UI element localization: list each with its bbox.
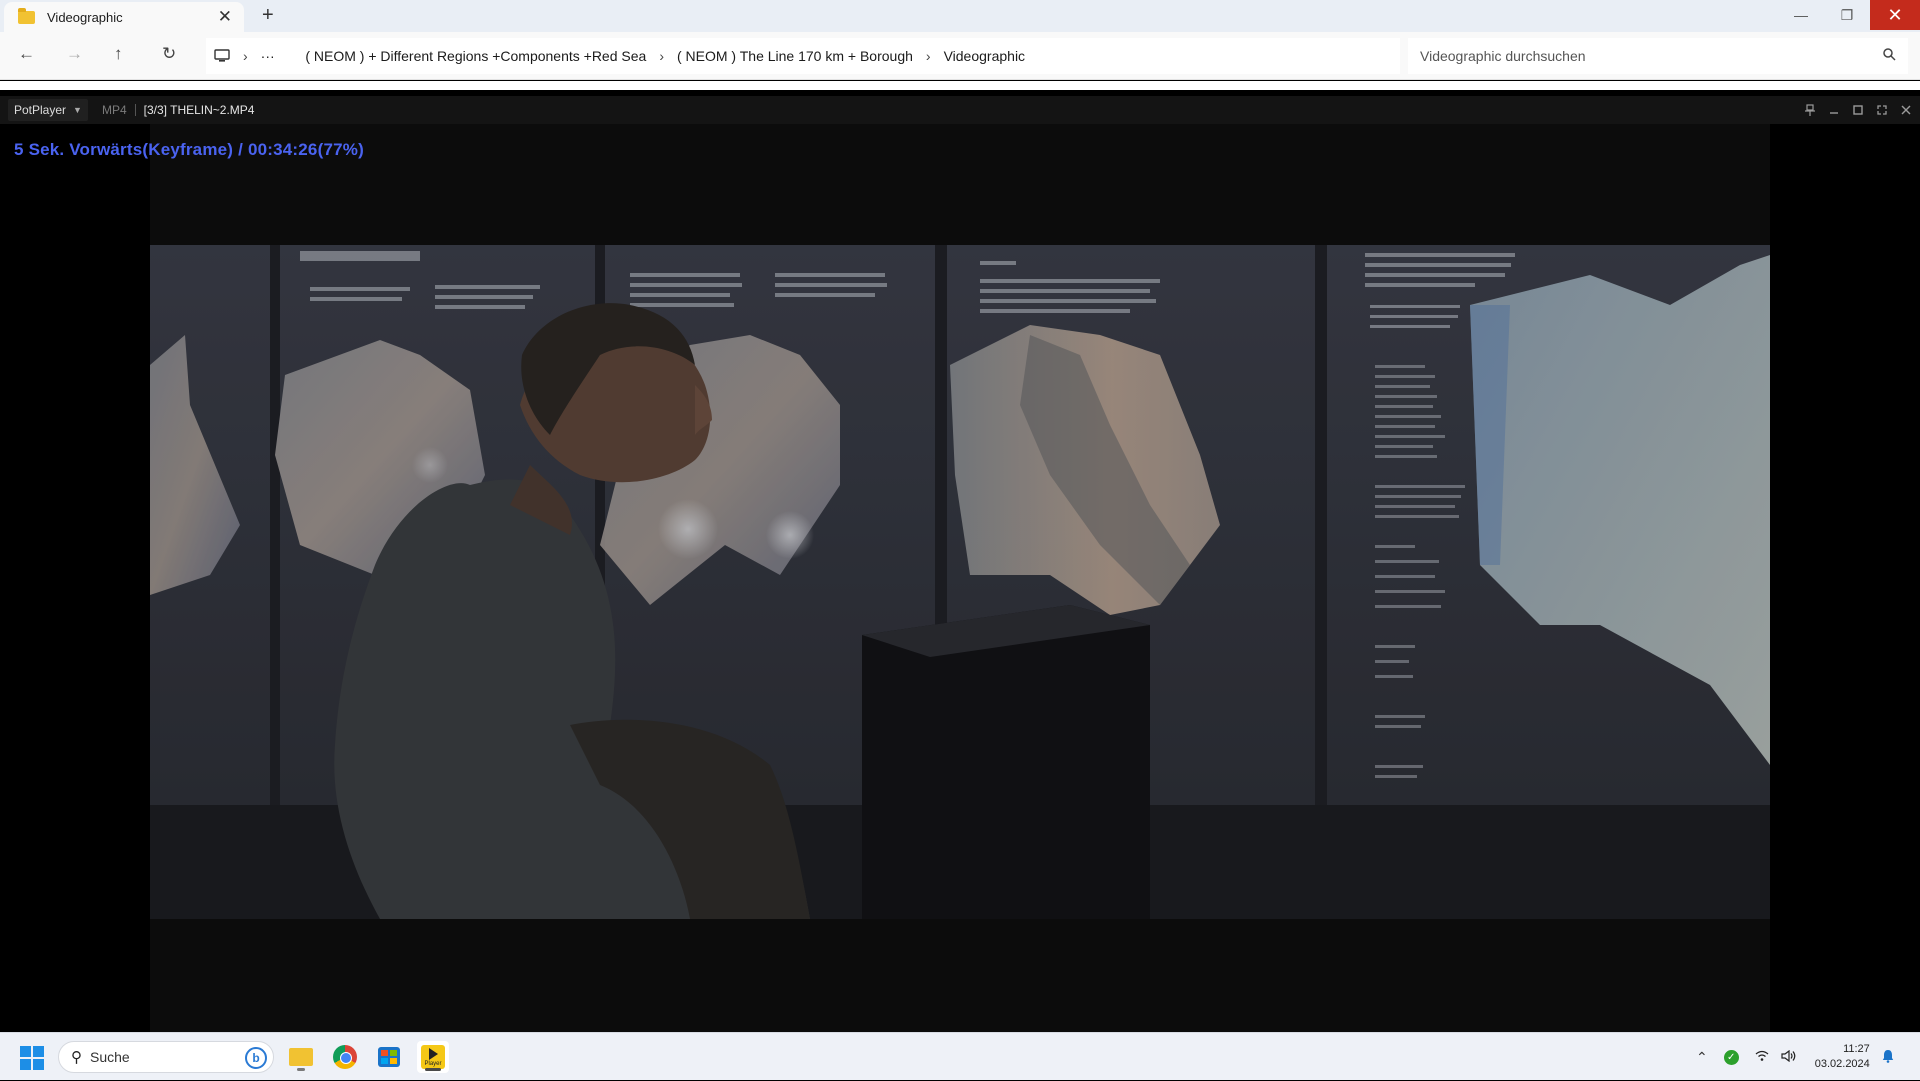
breadcrumb-item-the-line[interactable]: ( NEOM ) The Line 170 km + Borough [677, 48, 913, 64]
restore-button[interactable]: ❐ [1824, 0, 1870, 30]
clock-date: 03.02.2024 [1814, 1058, 1870, 1070]
refresh-button[interactable]: ↻ [162, 44, 176, 64]
forward-button[interactable]: → [66, 44, 83, 64]
search-icon: ⚲ [71, 1049, 82, 1066]
new-tab-button[interactable]: + [262, 4, 274, 27]
file-explorer-icon [289, 1048, 313, 1066]
chevron-right-icon: › [659, 48, 664, 64]
start-logo-pane [20, 1059, 31, 1070]
video-area[interactable]: 5 Sek. Vorwärts(Keyframe) / 00:34:26(77%… [0, 124, 1920, 1032]
pin-icon[interactable] [1804, 104, 1816, 116]
tab-title: Videographic [47, 9, 123, 25]
notification-bell-icon[interactable] [1882, 1049, 1894, 1066]
breadcrumb-item-neom-regions[interactable]: ( NEOM ) + Different Regions +Components… [305, 48, 646, 64]
file-name-label: [3/3] THELIN~2.MP4 [143, 103, 255, 117]
explorer-tab-bar: Videographic ✕ + — ❐ ✕ [0, 0, 1920, 32]
running-indicator [297, 1068, 305, 1071]
explorer-content-strip [0, 81, 1920, 93]
windows-start-button[interactable] [20, 1046, 44, 1070]
breadcrumb-more[interactable]: ··· [261, 48, 275, 64]
clock-time: 11:27 [1843, 1043, 1870, 1055]
breadcrumb[interactable]: › ··· › ( NEOM ) + Different Regions +Co… [206, 38, 1400, 74]
chevron-down-icon: ▼ [73, 105, 82, 115]
back-button[interactable]: ← [18, 44, 35, 64]
potplayer-icon: Player [421, 1045, 445, 1069]
start-logo-pane [20, 1046, 31, 1057]
taskbar-search[interactable]: ⚲ Suche b [58, 1041, 274, 1073]
file-format-label: MP4 [101, 103, 127, 117]
potplayer-window-controls [1804, 96, 1912, 124]
folder-icon [18, 7, 35, 24]
up-button[interactable]: ↑ [114, 44, 123, 64]
microsoft-store-taskbar-button[interactable] [373, 1041, 405, 1073]
security-shield-icon[interactable]: ✓ [1723, 1049, 1739, 1065]
minimize-button[interactable]: — [1778, 0, 1824, 30]
fullscreen-icon[interactable] [1876, 105, 1888, 115]
potplayer-menu-label: PotPlayer [14, 103, 67, 117]
start-logo-pane [33, 1059, 44, 1070]
player-maximize-icon[interactable] [1852, 105, 1864, 115]
taskbar: ⚲ Suche b Player ⌃ ✓ 11:27 03.02.2024 [0, 1032, 1920, 1080]
chevron-right-icon: › [925, 48, 931, 64]
explorer-tab[interactable]: Videographic ✕ [4, 2, 244, 32]
microsoft-store-icon [378, 1047, 400, 1067]
breadcrumb-item-videographic[interactable]: Videographic [944, 48, 1025, 64]
bing-icon[interactable]: b [245, 1047, 267, 1069]
playback-osd: 5 Sek. Vorwärts(Keyframe) / 00:34:26(77%… [14, 140, 364, 159]
video-frame[interactable] [150, 245, 1770, 919]
player-close-icon[interactable] [1900, 105, 1912, 115]
start-logo-pane [33, 1046, 44, 1057]
file-explorer-taskbar-button[interactable] [285, 1041, 317, 1073]
search-input[interactable]: Videographic durchsuchen [1408, 38, 1908, 74]
divider [134, 104, 136, 116]
search-icon[interactable] [1882, 47, 1896, 61]
chrome-icon [333, 1045, 357, 1069]
player-minimize-icon[interactable] [1828, 105, 1840, 115]
close-window-button[interactable]: ✕ [1870, 0, 1920, 30]
chrome-taskbar-button[interactable] [329, 1041, 361, 1073]
search-placeholder: Videographic durchsuchen [1420, 48, 1586, 64]
potplayer-menu-button[interactable]: PotPlayer ▼ [8, 99, 88, 121]
volume-icon[interactable] [1781, 1049, 1797, 1065]
active-indicator [425, 1068, 441, 1071]
clock[interactable]: 11:27 03.02.2024 [1815, 1042, 1870, 1072]
chevron-right-icon: › [243, 48, 248, 64]
show-hidden-icons-icon[interactable]: ⌃ [1696, 1049, 1708, 1066]
taskbar-search-label: Suche [90, 1049, 130, 1065]
window-controls: — ❐ ✕ [1778, 0, 1920, 30]
potplayer-taskbar-button[interactable]: Player [417, 1041, 449, 1073]
wifi-icon[interactable] [1755, 1050, 1769, 1065]
explorer-nav-bar: ← → ↑ ↻ › ··· › ( NEOM ) + Different Reg… [0, 32, 1920, 80]
system-tray: ⌃ ✓ 11:27 03.02.2024 [1696, 1033, 1894, 1081]
this-pc-icon[interactable] [214, 49, 230, 63]
potplayer-title-bar[interactable]: PotPlayer ▼ MP4 [3/3] THELIN~2.MP4 [0, 96, 1920, 124]
close-tab-icon[interactable]: ✕ [218, 7, 232, 27]
video-frame-image [150, 245, 1770, 919]
